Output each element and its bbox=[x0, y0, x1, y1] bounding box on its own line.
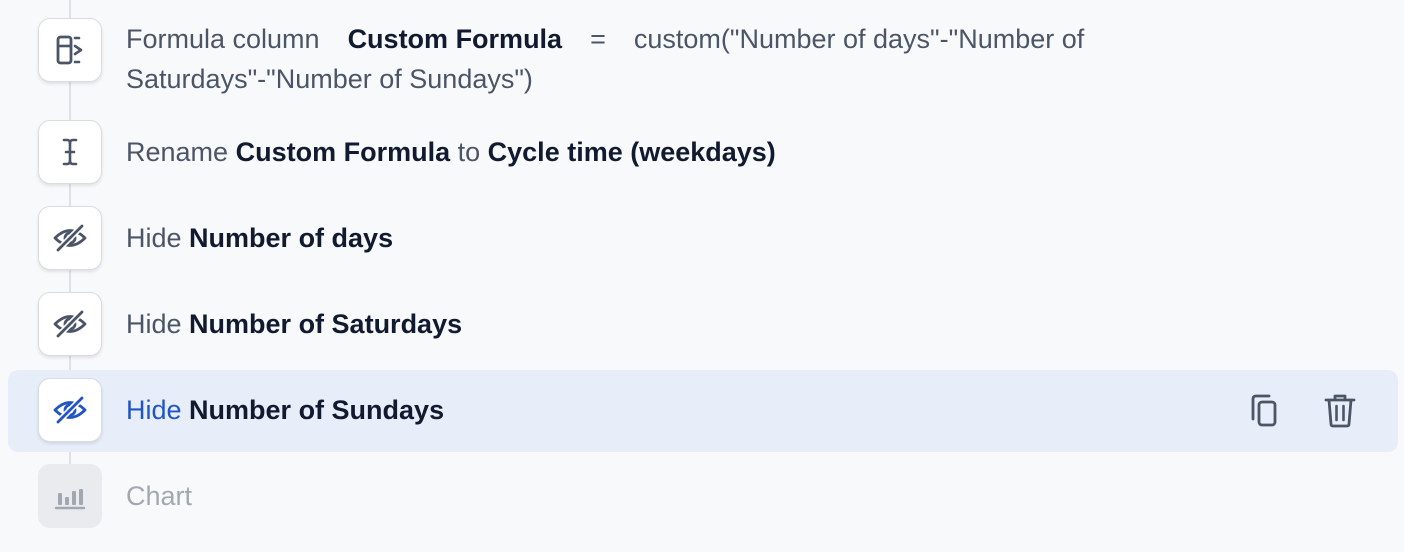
eye-off-icon bbox=[53, 395, 87, 425]
hide-step-text: Hide Number of Sundays bbox=[126, 390, 444, 430]
hide-icon-button[interactable] bbox=[38, 206, 102, 270]
rename-step-text: Rename Custom Formula to Cycle time (wee… bbox=[126, 132, 776, 172]
step-action-label: Hide bbox=[126, 223, 182, 253]
rename-to-column: Cycle time (weekdays) bbox=[487, 137, 776, 167]
hide-icon-button[interactable] bbox=[38, 292, 102, 356]
formula-step-text: Formula column Custom Formula = custom("Num… bbox=[126, 19, 1156, 99]
hide-icon-button[interactable] bbox=[38, 378, 102, 442]
trash-icon bbox=[1324, 394, 1356, 428]
chart-icon-button[interactable] bbox=[38, 464, 102, 528]
step-rename[interactable]: Rename Custom Formula to Cycle time (wee… bbox=[0, 118, 1404, 184]
rename-icon-button[interactable] bbox=[38, 120, 102, 184]
hide-step-text: Hide Number of days bbox=[126, 218, 393, 258]
chart-step-text: Chart bbox=[126, 481, 193, 511]
rename-connector: to bbox=[457, 137, 481, 167]
hidden-column-name: Number of Sundays bbox=[189, 395, 445, 425]
formula-operator: = bbox=[590, 24, 606, 54]
formula-column-icon bbox=[56, 35, 83, 65]
duplicate-step-button[interactable] bbox=[1242, 389, 1286, 433]
step-hide-number-of-days[interactable]: Hide Number of days bbox=[0, 204, 1404, 270]
copy-icon bbox=[1251, 394, 1277, 427]
formula-expression-line1: custom("Number of days"-"Number of bbox=[633, 24, 1085, 54]
step-hide-number-of-sundays[interactable]: Hide Number of Sundays bbox=[0, 370, 1404, 452]
bar-chart-icon bbox=[54, 489, 86, 510]
step-action-label: Hide bbox=[126, 395, 182, 425]
step-action-label: Rename bbox=[126, 137, 229, 167]
eye-off-icon bbox=[53, 309, 87, 339]
hide-step-text: Hide Number of Saturdays bbox=[126, 304, 462, 344]
step-formula-column[interactable]: Formula column Custom Formula = custom("Num… bbox=[0, 16, 1404, 102]
rename-cursor-icon bbox=[62, 138, 78, 166]
formula-expression-line2: Saturdays"-"Number of Sundays") bbox=[126, 64, 533, 94]
formula-column-icon-button[interactable] bbox=[38, 18, 102, 82]
eye-off-icon bbox=[53, 223, 87, 253]
rename-from-column: Custom Formula bbox=[235, 137, 451, 167]
column-name: Custom Formula bbox=[347, 24, 563, 54]
delete-step-button[interactable] bbox=[1318, 389, 1362, 433]
step-action-label: Hide bbox=[126, 309, 182, 339]
step-hide-number-of-saturdays[interactable]: Hide Number of Saturdays bbox=[0, 290, 1404, 356]
hidden-column-name: Number of days bbox=[189, 223, 394, 253]
step-action-label: Formula column bbox=[126, 24, 320, 54]
hidden-column-name: Number of Saturdays bbox=[189, 309, 463, 339]
step-chart[interactable]: Chart bbox=[0, 462, 1404, 528]
